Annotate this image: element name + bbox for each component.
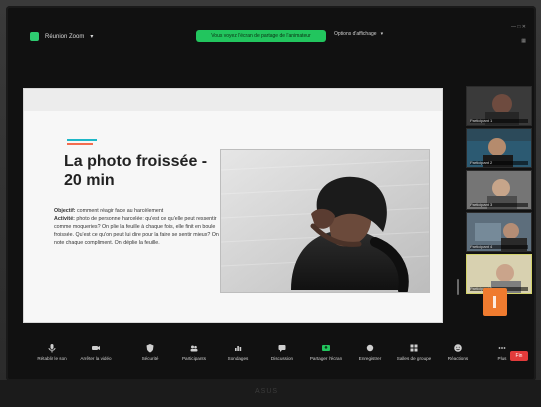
toolbar-label: Réactions	[447, 356, 469, 361]
participants-gallery: Participant 1 Participant 2 Participant …	[466, 86, 532, 316]
end-meeting-label: Fin	[515, 353, 523, 359]
toolbar-label: Enregistrer	[358, 356, 382, 361]
toolbar-share-screen-button[interactable]: Partager l'écran	[304, 343, 348, 369]
toolbar-unmute-button[interactable]: Rétablir le son	[30, 343, 74, 369]
share-banner-text: Vous voyez l'écran de partage de l'anima…	[211, 33, 311, 39]
participant-tile[interactable]: Participant 1	[466, 86, 532, 126]
breakout-rooms-icon	[410, 344, 418, 352]
toolbar-participants-button[interactable]: Participants	[172, 343, 216, 369]
microphone-icon	[493, 296, 496, 308]
toolbar-reactions-button[interactable]: Réactions	[436, 343, 480, 369]
objective-text: comment réagir face au harcèlement	[76, 208, 164, 214]
toolbar-label: Sécurité	[141, 356, 159, 361]
end-meeting-button[interactable]: Fin	[510, 351, 528, 361]
toolbar-polls-button[interactable]: Sondages	[216, 343, 260, 369]
slide-accent-coral	[67, 143, 93, 145]
record-icon	[366, 344, 374, 352]
share-screen-icon	[322, 345, 330, 351]
toolbar-label: Arrêter la vidéo	[80, 356, 112, 361]
activity-label: Activité:	[54, 216, 75, 222]
participants-icon	[190, 345, 198, 352]
slide-photo	[220, 149, 430, 293]
participant-tile[interactable]: Participant 3	[466, 170, 532, 210]
participant-tile[interactable]: Participant 4	[466, 212, 532, 252]
slide-title: La photo froissée - 20 min	[64, 153, 208, 189]
participant-name: Participant 4	[470, 245, 528, 249]
toolbar-label: Rétablir le son	[37, 356, 67, 361]
slide-scrollbar[interactable]	[457, 279, 459, 295]
shield-icon	[146, 344, 154, 353]
shield-icon	[30, 32, 39, 41]
activity-text: photo de personne harcelée: qu'est ce qu…	[54, 216, 219, 246]
monitor-brand: ASUS	[255, 388, 279, 395]
chevron-down-icon: ▾	[90, 34, 94, 40]
window-controls: — □ ✕	[511, 24, 526, 30]
toolbar-label: Discussion	[270, 356, 294, 361]
chevron-down-icon: ▾	[380, 31, 384, 37]
toolbar-label: Salles de groupe	[396, 356, 432, 361]
toolbar-label: Participants	[181, 356, 206, 361]
view-options-label: Options d'affichage	[334, 31, 377, 37]
toolbar-security-button[interactable]: Sécurité	[128, 343, 172, 369]
microphone-icon	[48, 344, 56, 353]
reactions-icon	[454, 344, 462, 352]
share-banner: Vous voyez l'écran de partage de l'anima…	[196, 30, 326, 42]
slide-accent-teal	[67, 139, 97, 141]
photo-illustration	[221, 150, 429, 292]
meeting-toolbar: Rétablir le son Arrêter la vidéo Sécurit…	[16, 333, 536, 371]
participant-name: Participant 2	[470, 161, 528, 165]
meeting-label: Réunion Zoom	[45, 33, 85, 40]
chat-icon	[278, 345, 286, 352]
gallery-view-toggle[interactable]: ▦	[521, 38, 526, 44]
monitor-screen: Réunion Zoom ▾ Vous voyez l'écran de par…	[6, 6, 536, 381]
toolbar-breakout-rooms-button[interactable]: Salles de groupe	[392, 343, 436, 369]
toolbar-label: Sondages	[227, 356, 249, 361]
participant-tile[interactable]: Participant 2	[466, 128, 532, 168]
toolbar-chat-button[interactable]: Discussion	[260, 343, 304, 369]
participant-name: Participant 1	[470, 119, 528, 123]
toolbar-stop-video-button[interactable]: Arrêter la vidéo	[74, 343, 118, 369]
toolbar-label: Partager l'écran	[309, 356, 343, 361]
monitor-bezel: ASUS	[0, 380, 541, 407]
slide-header-band	[24, 89, 442, 111]
toolbar-record-button[interactable]: Enregistrer	[348, 343, 392, 369]
video-camera-icon	[92, 346, 100, 350]
toolbar-label: Plus	[497, 356, 507, 361]
poll-icon	[235, 346, 242, 351]
view-options-button[interactable]: Options d'affichage ▾	[334, 31, 383, 37]
self-view-tile[interactable]	[483, 288, 507, 316]
meeting-title: Réunion Zoom ▾	[30, 32, 93, 41]
objective-label: Objectif:	[54, 208, 76, 214]
meeting-topbar: Réunion Zoom ▾ Vous voyez l'écran de par…	[16, 20, 536, 54]
more-icon	[498, 347, 506, 349]
slide-body: Objectif: comment réagir face au harcèle…	[54, 207, 219, 247]
participant-name: Participant 3	[470, 203, 528, 207]
zoom-monitor-screenshot: Réunion Zoom ▾ Vous voyez l'écran de par…	[0, 0, 541, 407]
shared-slide: La photo froissée - 20 min Objectif: com…	[23, 88, 459, 323]
